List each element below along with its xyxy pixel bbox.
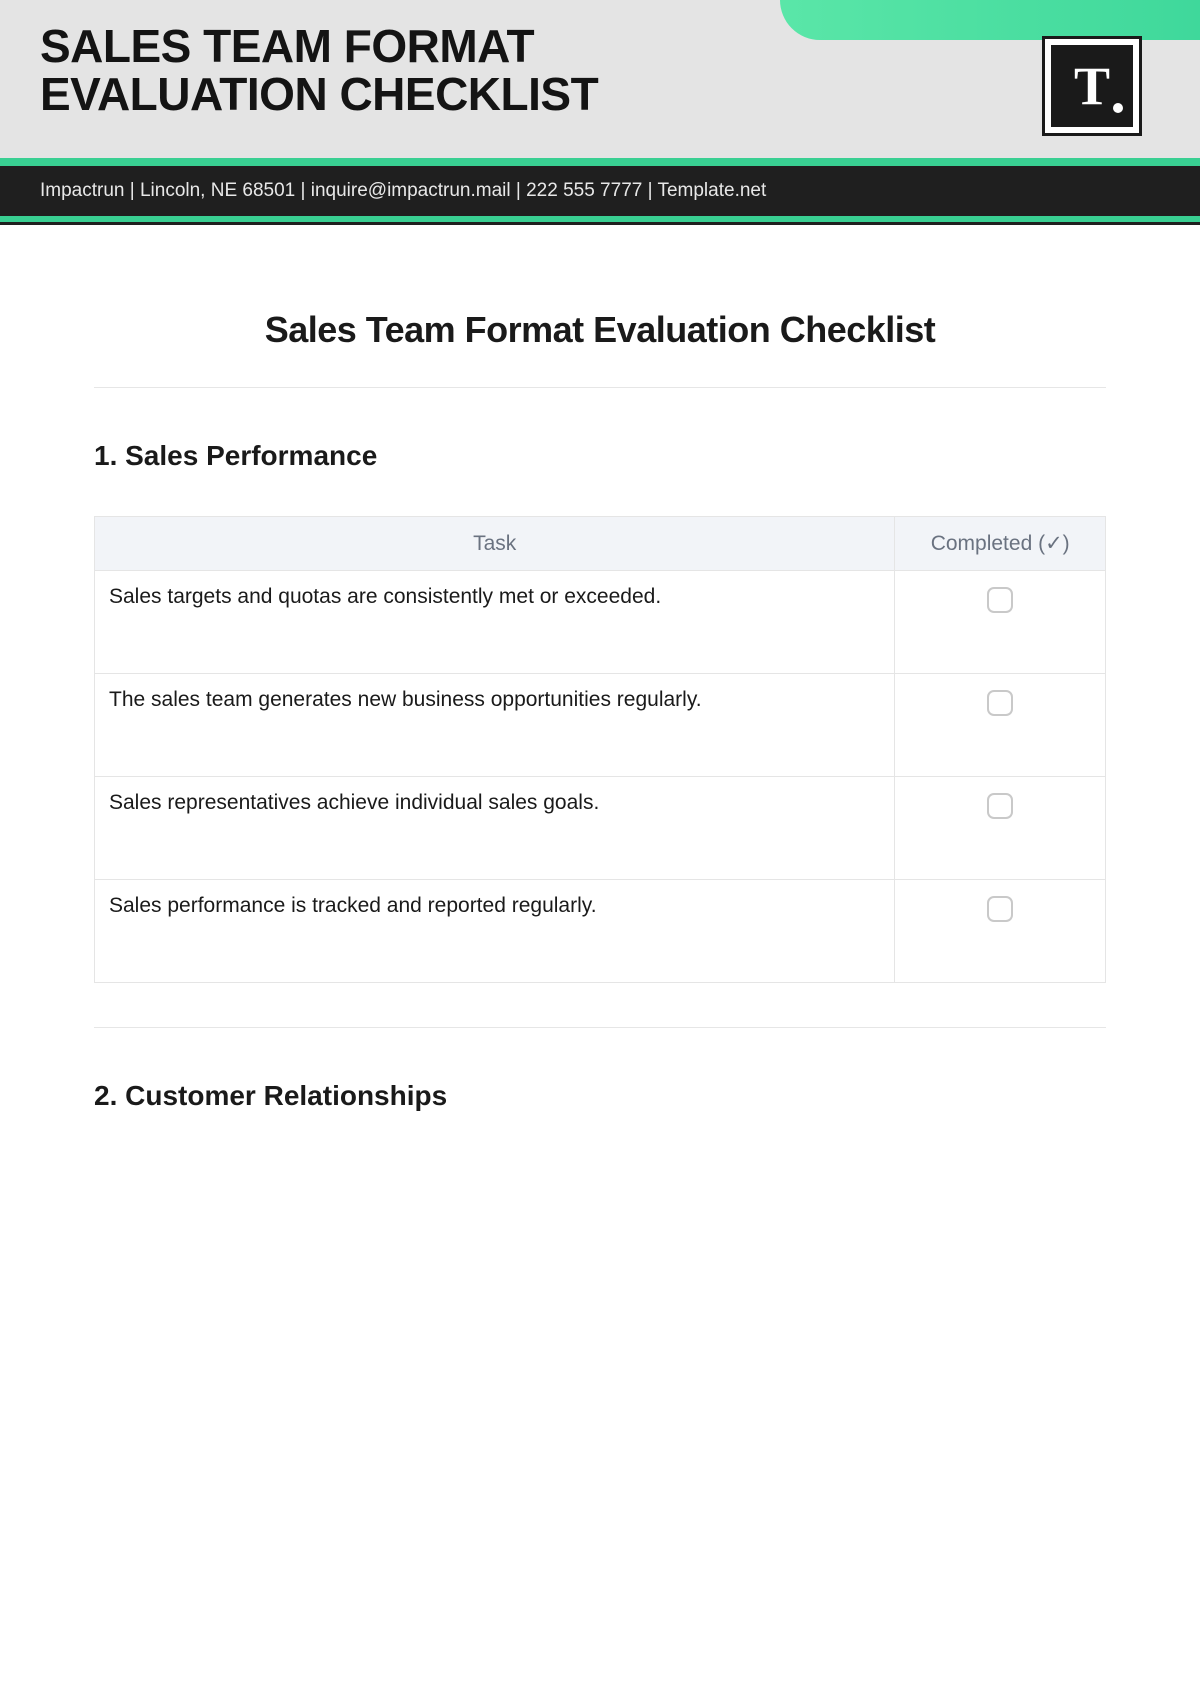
section-heading-2: 2. Customer Relationships (94, 1080, 1106, 1112)
check-cell (895, 571, 1106, 674)
table-row: Sales representatives achieve individual… (95, 777, 1106, 880)
section-heading-1: 1. Sales Performance (94, 440, 1106, 472)
document-title: Sales Team Format Evaluation Checklist (94, 309, 1106, 351)
task-cell: Sales targets and quotas are consistentl… (95, 571, 895, 674)
title-line-2: EVALUATION CHECKLIST (40, 68, 598, 120)
logo-inner: T (1051, 45, 1133, 127)
document-body: Sales Team Format Evaluation Checklist 1… (0, 225, 1200, 1112)
check-cell (895, 880, 1106, 983)
task-cell: The sales team generates new business op… (95, 674, 895, 777)
divider (94, 1027, 1106, 1028)
checkbox[interactable] (987, 896, 1013, 922)
logo-dot-icon (1113, 103, 1123, 113)
divider (94, 387, 1106, 388)
logo-letter: T (1074, 59, 1110, 113)
table-row: Sales targets and quotas are consistentl… (95, 571, 1106, 674)
corner-accent (780, 0, 1200, 40)
col-header-completed: Completed (✓) (895, 517, 1106, 571)
check-cell (895, 674, 1106, 777)
header: SALES TEAM FORMAT EVALUATION CHECKLIST T (0, 0, 1200, 158)
table-row: The sales team generates new business op… (95, 674, 1106, 777)
info-bar: Impactrun | Lincoln, NE 68501 | inquire@… (0, 166, 1200, 216)
task-cell: Sales performance is tracked and reporte… (95, 880, 895, 983)
checklist-table: Task Completed (✓) Sales targets and quo… (94, 516, 1106, 983)
logo: T (1042, 36, 1142, 136)
accent-bar-top (0, 158, 1200, 166)
check-cell (895, 777, 1106, 880)
table-header-row: Task Completed (✓) (95, 517, 1106, 571)
table-row: Sales performance is tracked and reporte… (95, 880, 1106, 983)
checkbox[interactable] (987, 690, 1013, 716)
checkbox[interactable] (987, 587, 1013, 613)
col-header-task: Task (95, 517, 895, 571)
title-line-1: SALES TEAM FORMAT (40, 20, 534, 72)
info-bar-text: Impactrun | Lincoln, NE 68501 | inquire@… (40, 180, 766, 201)
checkbox[interactable] (987, 793, 1013, 819)
page-title: SALES TEAM FORMAT EVALUATION CHECKLIST (40, 22, 598, 119)
task-cell: Sales representatives achieve individual… (95, 777, 895, 880)
